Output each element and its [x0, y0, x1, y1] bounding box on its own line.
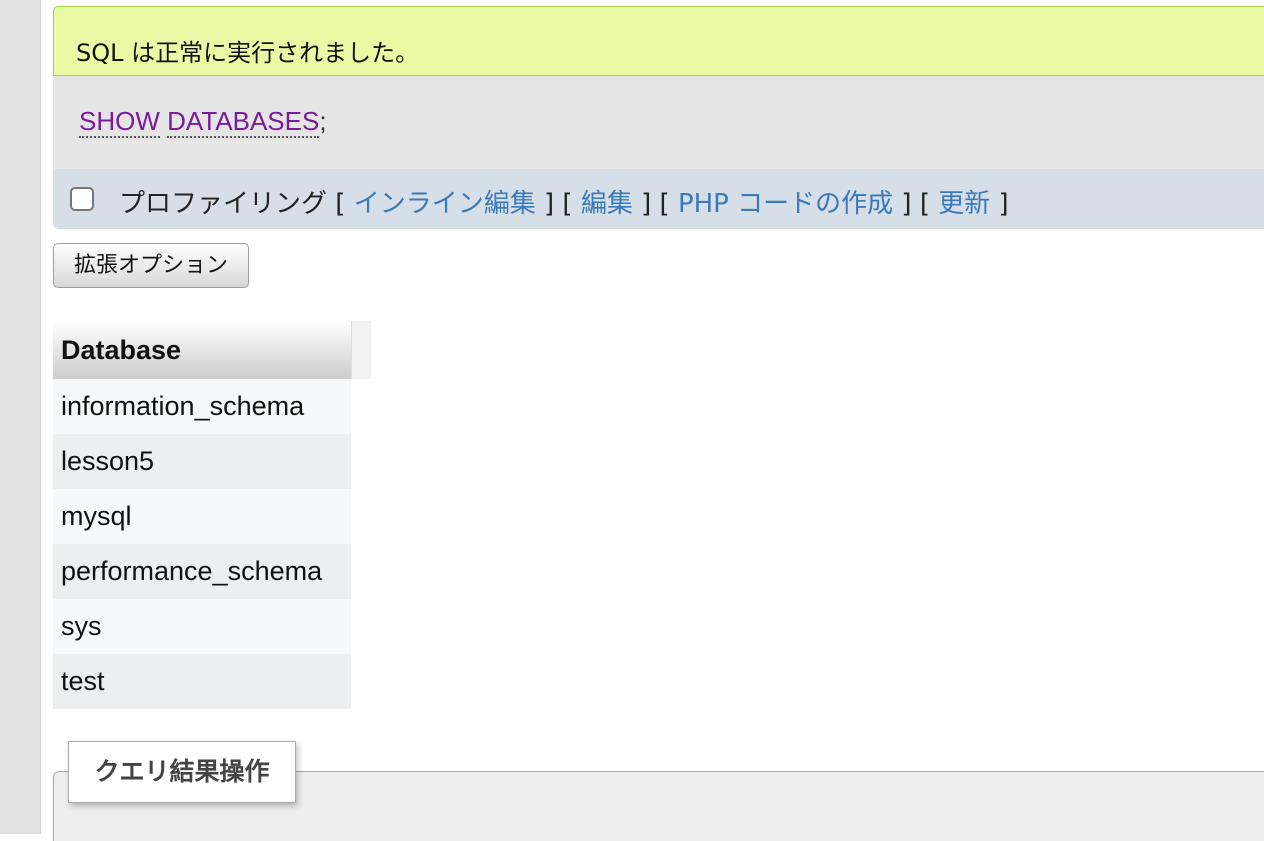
table-cell-database[interactable]: performance_schema — [53, 544, 351, 599]
success-message-box: SQL は正常に実行されました。 — [53, 6, 1264, 76]
table-row: information_schema — [53, 379, 371, 434]
sql-keyword-databases[interactable]: DATABASES — [167, 106, 320, 138]
table-cell-database[interactable]: information_schema — [53, 379, 351, 434]
query-results-operations-legend: クエリ結果操作 — [68, 741, 296, 803]
table-row: test — [53, 654, 371, 709]
inline-edit-link[interactable]: インライン編集 — [354, 189, 536, 219]
success-message: SQL は正常に実行されました。 — [76, 39, 420, 67]
main-content: SQL は正常に実行されました。 SHOW DATABASES; プロファイリン… — [53, 0, 1264, 841]
profiling-checkbox[interactable] — [70, 187, 94, 211]
table-cell-database[interactable]: test — [53, 654, 351, 709]
results-table: Database information_schema lesson5 mysq… — [53, 321, 371, 709]
create-php-code-link[interactable]: PHP コードの作成 — [678, 189, 893, 219]
extended-options-button[interactable]: 拡張オプション — [53, 243, 249, 288]
left-navigation-rail — [0, 0, 41, 834]
query-tools-links: プロファイリング [ インライン編集 ] [ 編集 ] [ PHP コードの作成… — [119, 189, 1009, 219]
sql-query-display: SHOW DATABASES; — [53, 76, 1264, 169]
sql-keyword-show[interactable]: SHOW — [79, 106, 160, 138]
sql-query-line: SHOW DATABASES; — [79, 106, 327, 138]
table-row: performance_schema — [53, 544, 371, 599]
table-cell-database[interactable]: mysql — [53, 489, 351, 544]
query-tools-bar: プロファイリング [ インライン編集 ] [ 編集 ] [ PHP コードの作成… — [53, 169, 1264, 229]
table-row: lesson5 — [53, 434, 371, 489]
refresh-link[interactable]: 更新 — [938, 189, 990, 219]
table-cell-database[interactable]: lesson5 — [53, 434, 351, 489]
column-header-spacer — [350, 321, 371, 379]
edit-link[interactable]: 編集 — [581, 189, 633, 219]
profiling-label[interactable]: プロファイリング — [119, 189, 327, 219]
table-row: mysql — [53, 489, 371, 544]
table-row: sys — [53, 599, 371, 654]
sql-terminator: ; — [319, 106, 327, 136]
column-header-database[interactable]: Database — [53, 321, 351, 379]
table-cell-database[interactable]: sys — [53, 599, 351, 654]
